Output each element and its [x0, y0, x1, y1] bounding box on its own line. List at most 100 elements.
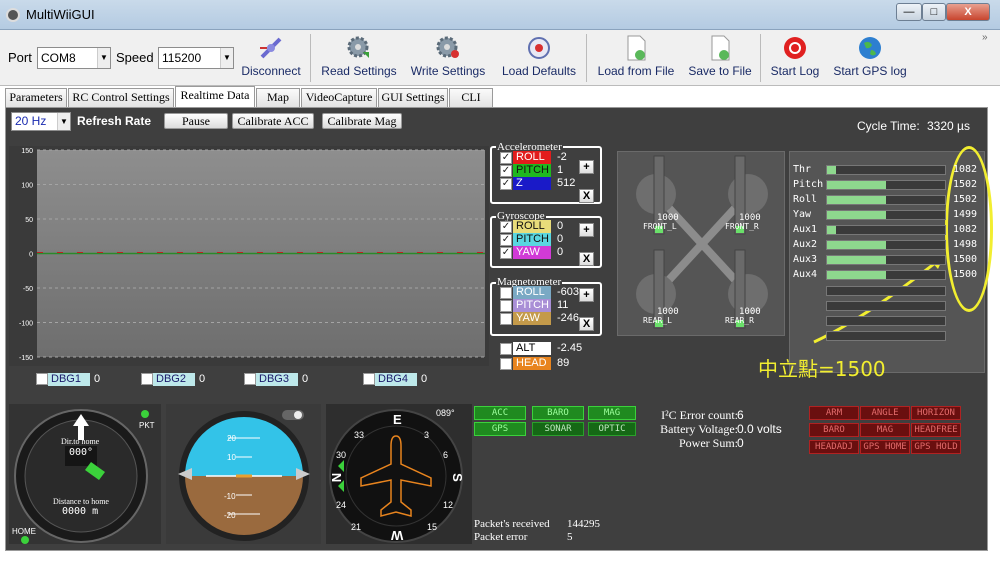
magnetometer-checkbox-yaw[interactable]	[500, 313, 512, 325]
magnetometer-roll-value: -603	[557, 286, 580, 298]
minimize-button[interactable]: —	[896, 3, 922, 21]
rc-empty-bar	[826, 316, 946, 326]
close-button[interactable]: X	[946, 3, 990, 21]
graph-y-tick: -100	[19, 321, 33, 328]
debug-checkbox[interactable]	[244, 373, 256, 385]
start-log-button[interactable]: Start Log	[766, 32, 824, 84]
load-defaults-button[interactable]: Load Defaults	[496, 32, 582, 84]
graph-y-tick: 50	[25, 217, 33, 224]
gyroscope-roll-value: 0	[557, 220, 564, 232]
graph-y-tick: -50	[23, 286, 33, 293]
mode-angle-indicator: ANGLE	[860, 406, 910, 420]
gyroscope-roll-chip: ROLL	[513, 220, 551, 233]
mag-zoom-in-button[interactable]: +	[579, 288, 594, 302]
toolbar: Port COM8 ▼ Speed 115200 ▼ Disconnect Read…	[0, 30, 1000, 86]
port-select[interactable]: COM8 ▼	[37, 47, 111, 69]
distance-to-home-value: 0000 m	[62, 506, 99, 517]
debug-checkbox[interactable]	[141, 373, 153, 385]
rc-bar-fill	[827, 196, 886, 204]
window-title: MultiWiiGUI	[26, 7, 95, 22]
tab-videocapture[interactable]: VideoCapture	[301, 88, 377, 107]
rc-bar-fill	[827, 211, 886, 219]
magnetometer-pitch-value: 11	[557, 299, 569, 311]
rc-aux2-label: Aux2	[793, 239, 818, 250]
compass-numeral: 6	[443, 450, 449, 460]
accelerometer-checkbox-pitch[interactable]: ✓	[500, 165, 512, 177]
head-chip: HEAD	[513, 357, 551, 370]
mag-zoom-out-button[interactable]: X	[579, 317, 594, 331]
maximize-button[interactable]: □	[922, 3, 946, 21]
compass-numeral: 30	[336, 450, 347, 460]
rc-yaw-value: 1499	[953, 209, 978, 220]
compass-east-label: E	[393, 412, 402, 427]
rc-aux4-label: Aux4	[793, 269, 818, 280]
magnetometer-checkbox-roll[interactable]	[500, 287, 512, 299]
horizon-tick-neg10: -10	[224, 492, 236, 501]
gyroscope-pitch-value: 0	[557, 233, 564, 245]
acc-zoom-out-button[interactable]: X	[579, 189, 594, 203]
rc-aux3-value: 1500	[953, 254, 978, 265]
accelerometer-pitch-value: 1	[557, 164, 564, 176]
accelerometer-checkbox-roll[interactable]: ✓	[500, 152, 512, 164]
mode-horizon-indicator: HORIZON	[911, 406, 961, 420]
pkt-label: PKT	[139, 421, 155, 430]
compass-south-label: S	[449, 473, 465, 482]
write-settings-button[interactable]: Write Settings	[406, 32, 490, 84]
tab-parameters[interactable]: Parameters	[5, 88, 67, 107]
home-label: HOME	[12, 527, 36, 536]
debug-value: 0	[421, 373, 428, 385]
pause-button[interactable]: Pause	[164, 113, 228, 129]
tab-rc-control[interactable]: RC Control Settings	[68, 88, 174, 107]
accelerometer-checkbox-z[interactable]: ✓	[500, 178, 512, 190]
load-from-file-button[interactable]: Load from File	[592, 32, 680, 84]
annotation-text: 中立點=1500	[758, 357, 886, 381]
toolbar-separator	[760, 34, 761, 82]
gyroscope-yaw-value: 0	[557, 246, 564, 258]
distance-to-home-label: Distance to home	[53, 497, 109, 506]
calibrate-mag-button[interactable]: Calibrate Mag	[322, 113, 402, 129]
gyroscope-checkbox-roll[interactable]: ✓	[500, 221, 512, 233]
sensor-acc-indicator: ACC	[474, 406, 526, 420]
alt-checkbox[interactable]	[500, 343, 512, 355]
refresh-rate-select[interactable]: 20 Hz ▼	[11, 112, 71, 131]
gyroscope-checkbox-yaw[interactable]: ✓	[500, 247, 512, 259]
tab-gui-settings[interactable]: GUI Settings	[378, 88, 448, 107]
magnetometer-checkbox-pitch[interactable]	[500, 300, 512, 312]
tab-cli[interactable]: CLI	[449, 88, 493, 107]
power-sum-label: Power Sum:	[678, 436, 738, 450]
sensor-optic-indicator: OPTIC	[588, 422, 636, 436]
save-to-file-button[interactable]: Save to File	[684, 32, 756, 84]
start-gps-log-button[interactable]: Start GPS log	[830, 32, 910, 84]
i2c-error-label: I²C Error count:	[661, 408, 738, 422]
read-settings-button[interactable]: Read Settings	[318, 32, 400, 84]
rc-bar-fill	[827, 241, 886, 249]
accelerometer-pitch-chip: PITCH	[513, 164, 551, 177]
debug-value: 0	[94, 373, 101, 385]
packet-error-value: 5	[567, 531, 573, 543]
acc-zoom-in-button[interactable]: +	[579, 160, 594, 174]
debug-value: 0	[199, 373, 206, 385]
power-sum-value: 0	[737, 436, 744, 450]
motor-front-l-label: FRONT_L	[643, 222, 677, 231]
motor-front-r-label: FRONT_R	[725, 222, 759, 231]
compass-numeral: 21	[351, 522, 362, 532]
speed-select[interactable]: 115200 ▼	[158, 47, 234, 69]
debug-checkbox[interactable]	[36, 373, 48, 385]
debug-checkbox[interactable]	[363, 373, 375, 385]
head-checkbox[interactable]	[500, 358, 512, 370]
tab-map[interactable]: Map	[256, 88, 300, 107]
collapse-icon[interactable]: »	[982, 32, 988, 43]
horizon-tick-neg20: -20	[224, 511, 236, 520]
rc-thr-value: 1082	[953, 164, 978, 175]
disconnect-button[interactable]: Disconnect	[238, 32, 304, 84]
gyro-zoom-out-button[interactable]: X	[579, 252, 594, 266]
gyro-zoom-in-button[interactable]: +	[579, 223, 594, 237]
mode-headfree-indicator: HEADFREE	[911, 423, 961, 437]
rc-yaw-bar	[826, 210, 946, 220]
tab-realtime-data[interactable]: Realtime Data	[175, 86, 255, 107]
alt-chip: ALT	[513, 342, 551, 355]
gyroscope-checkbox-pitch[interactable]: ✓	[500, 234, 512, 246]
artificial-horizon	[166, 404, 321, 544]
calibrate-acc-button[interactable]: Calibrate ACC	[232, 113, 314, 129]
rc-aux2-bar	[826, 240, 946, 250]
